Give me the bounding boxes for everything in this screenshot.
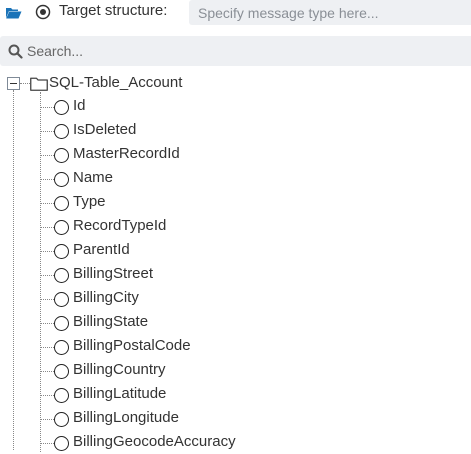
toolbar: Target structure: (0, 0, 471, 25)
search-bar (0, 36, 471, 66)
tree-connector (41, 419, 54, 420)
field-label: BillingLatitude (73, 385, 167, 402)
tree-leaf-item[interactable]: BillingLatitude (0, 382, 471, 406)
field-node-icon (54, 436, 69, 451)
field-label: IsDeleted (73, 121, 137, 138)
field-node-icon (54, 292, 69, 307)
field-label: MasterRecordId (73, 145, 180, 162)
tree-leaf-item[interactable]: BillingGeocodeAccuracy (0, 430, 471, 454)
tree-leaf-item[interactable]: IsDeleted (0, 118, 471, 142)
field-node-icon (54, 364, 69, 379)
field-node-icon (54, 124, 69, 139)
collapse-toggle[interactable] (7, 77, 20, 90)
field-node-icon (54, 220, 69, 235)
tree-leaf-item[interactable]: BillingStreet (0, 262, 471, 286)
field-node-icon (54, 316, 69, 331)
field-node-icon (54, 244, 69, 259)
tree-connector-root (20, 83, 30, 84)
tree-leaf-item[interactable]: BillingLongitude (0, 406, 471, 430)
tree-connector (41, 275, 54, 276)
field-label: BillingLongitude (73, 409, 179, 426)
field-label: RecordTypeId (73, 217, 167, 234)
tree-connector (41, 155, 54, 156)
field-node-icon (54, 172, 69, 187)
tree-connector (41, 395, 54, 396)
field-node-icon (54, 268, 69, 283)
tree-connector (41, 227, 54, 228)
field-label: Id (73, 97, 86, 114)
field-label: Type (73, 193, 106, 210)
tree-leaf-item[interactable]: Id (0, 94, 471, 118)
structure-tree: SQL-Table_Account Id IsDeleted MasterRecor… (0, 70, 471, 452)
field-label: BillingGeocodeAccuracy (73, 433, 236, 450)
field-node-icon (54, 148, 69, 163)
tree-connector (41, 107, 54, 108)
tree-leaf-item[interactable]: RecordTypeId (0, 214, 471, 238)
tree-leaf-item[interactable]: BillingPostalCode (0, 334, 471, 358)
search-icon (8, 44, 23, 59)
tree-leaf-item[interactable]: Name (0, 166, 471, 190)
tree-root-label[interactable]: SQL-Table_Account (49, 74, 182, 92)
field-node-icon (54, 412, 69, 427)
field-label: BillingStreet (73, 265, 154, 282)
tree-connector (41, 323, 54, 324)
folder-icon (30, 77, 48, 91)
tree-connector (41, 203, 54, 204)
tree-connector (41, 251, 54, 252)
tree-connector (41, 443, 54, 444)
tree-leaf-item[interactable]: MasterRecordId (0, 142, 471, 166)
tree-leaf-item[interactable]: BillingCity (0, 286, 471, 310)
tree-connector (41, 179, 54, 180)
field-label: BillingState (73, 313, 149, 330)
tree-connector (41, 371, 54, 372)
open-folder-icon[interactable] (5, 6, 22, 19)
field-node-icon (54, 388, 69, 403)
field-node-icon (54, 100, 69, 115)
field-node-icon (54, 340, 69, 355)
tree-leaf-item[interactable]: BillingCountry (0, 358, 471, 382)
target-structure-label: Target structure: (59, 2, 168, 19)
field-node-icon (54, 196, 69, 211)
tree-leaf-item[interactable]: ParentId (0, 238, 471, 262)
target-structure-radio[interactable] (35, 4, 51, 20)
tree-leaf-item[interactable]: Type (0, 190, 471, 214)
field-label: ParentId (73, 241, 130, 258)
field-label: BillingCity (73, 289, 139, 306)
tree-connector (41, 299, 54, 300)
search-input[interactable] (27, 36, 467, 66)
tree-connector (41, 347, 54, 348)
tree-leaf-item[interactable]: BillingState (0, 310, 471, 334)
field-label: BillingPostalCode (73, 337, 191, 354)
field-label: Name (73, 169, 114, 186)
message-type-input[interactable] (189, 0, 471, 25)
tree-connector (41, 131, 54, 132)
field-label: BillingCountry (73, 361, 166, 378)
